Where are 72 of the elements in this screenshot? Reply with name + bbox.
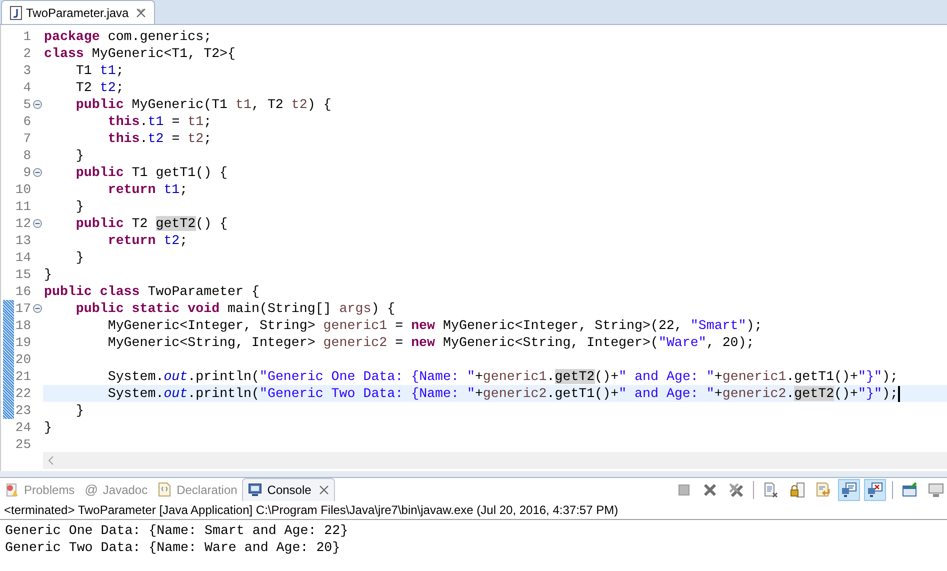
code-line: public class TwoParameter { [44,283,260,300]
console-panel-tab[interactable]: Problems [0,478,80,501]
console-status: <terminated> TwoParameter [Java Application] C:\Program Files\Java\jre7\bin\javaw.exe (Jul 20, 2016, 4:37:57 PM) [4,502,618,519]
line-number: 20 [15,350,31,369]
java-file-icon [10,6,22,20]
code-line: } [74,249,84,266]
close-icon[interactable] [319,485,330,495]
code-line: public T1 getT1() { [74,164,228,181]
close-icon[interactable] [136,8,146,18]
horizontal-scrollbar[interactable] [43,452,947,469]
line-number: 25 [15,436,31,454]
code-line: this.t1 = t1; [106,113,212,130]
code-line: } [44,419,52,436]
code-line: } [44,266,52,283]
collapse-icon[interactable] [32,100,42,109]
code-line: System.out.println("Generic Two Data: {Name: "+generic2.getT1()+" and Age: "+generic2.getT2()+"}"); [106,385,898,402]
console-panel-tab[interactable]: Console [242,478,336,501]
code-line: System.out.println("Generic One Data: {Name: "+generic1.getT2()+" and Age: "+generic1.getT1()+"}"); [106,368,898,385]
line-number: 8 [23,146,31,165]
code-line: } [74,402,84,419]
code-line: package com.generics; [44,28,212,45]
line-number: 12 [15,214,31,233]
line-number: 5 [23,96,31,114]
code-line: class MyGeneric<T1, T2>{ [44,45,236,62]
code-line: public T2 getT2() { [74,215,228,232]
console-output-line: Generic Two Data: {Name: Ware and Age: 20} [5,539,342,556]
at-sign-icon: @ [84,483,98,496]
line-number: 17 [15,300,31,318]
tab-title: TwoParameter.java [26,4,129,22]
standard-out-icon[interactable] [838,479,860,501]
collapse-icon[interactable] [32,219,42,228]
line-number: 9 [23,164,31,182]
code-line: MyGeneric<Integer, String> generic1 = new MyGeneric<Integer, String>(22, "Smart"); [106,317,762,334]
line-number: 4 [23,78,31,97]
line-number: 18 [15,316,31,335]
line-number: 2 [23,44,31,63]
monitor-icon [248,483,262,497]
line-number: 21 [15,368,31,386]
code-line: T1 t1; [74,62,124,79]
collapse-icon[interactable] [32,304,42,313]
line-number: 1 [23,28,31,46]
line-number: 22 [15,384,31,403]
code-line: MyGeneric<String, Integer> generic2 = new MyGeneric<String, Integer>("Ware", 20); [106,334,754,351]
console-output-line: Generic One Data: {Name: Smart and Age: 22} [5,522,350,539]
line-number: 13 [15,232,31,250]
line-number: 24 [15,418,31,437]
problems-icon [5,482,19,496]
line-number: 10 [15,180,31,199]
collapse-icon[interactable] [32,168,42,177]
console-panel-tab[interactable]: Declaration [152,478,242,501]
line-number: 3 [23,62,31,80]
code-line: this.t2 = t2; [106,130,212,147]
editor-tab[interactable]: TwoParameter.java [1,0,155,24]
code-line: public MyGeneric(T1 t1, T2 t2) { [74,96,332,113]
line-number: 16 [15,282,31,301]
line-number: 19 [15,334,31,352]
code-line: T2 t2; [74,79,124,96]
line-number: 14 [15,248,31,267]
code-line: } [74,198,84,215]
line-number: 7 [23,130,31,148]
line-number: 6 [23,112,31,131]
document-icon [158,482,172,497]
line-number: 23 [15,402,31,420]
code-line: } [74,147,84,164]
text-cursor [898,386,900,402]
line-number: 15 [15,266,31,284]
code-line: public static void main(String[] args) { [74,300,396,317]
line-number: 11 [15,198,31,216]
standard-error-icon[interactable] [864,479,886,501]
code-line: return t2; [106,232,188,249]
console-panel-tab[interactable]: @ Javadoc [80,478,153,501]
code-line: return t1; [106,181,188,198]
